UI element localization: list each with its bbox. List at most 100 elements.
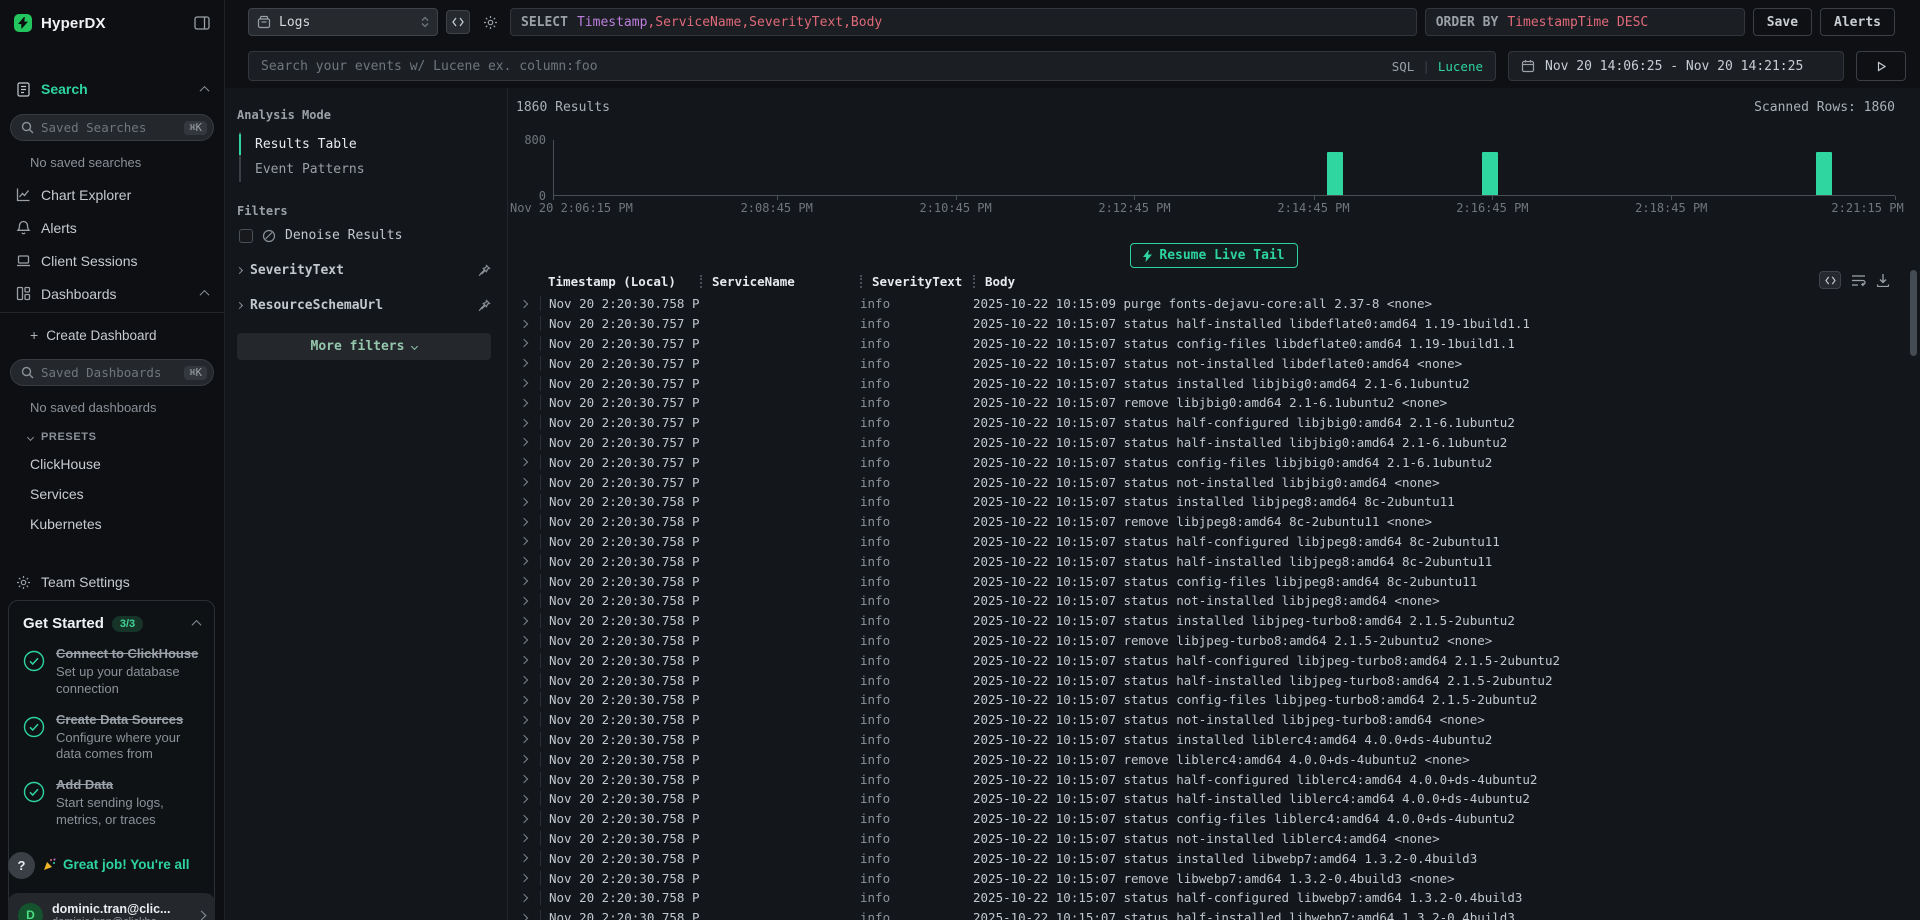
table-row[interactable]: Nov 20 2:20:30.758 PMinfo2025-10-22 10:1… bbox=[508, 571, 1908, 591]
search-section-header[interactable]: Search bbox=[0, 74, 224, 104]
time-range-picker[interactable]: Nov 20 14:06:25 - Nov 20 14:21:25 bbox=[1508, 51, 1844, 81]
histogram-bar[interactable] bbox=[1327, 152, 1343, 195]
table-row[interactable]: Nov 20 2:20:30.757 PMinfo2025-10-22 10:1… bbox=[508, 452, 1908, 472]
table-row[interactable]: Nov 20 2:20:30.758 PMinfo2025-10-22 10:1… bbox=[508, 730, 1908, 750]
expand-row-button[interactable] bbox=[508, 321, 540, 327]
sidebar-item-alerts[interactable]: Alerts bbox=[0, 211, 224, 244]
expand-row-button[interactable] bbox=[508, 400, 540, 406]
table-row[interactable]: Nov 20 2:20:30.757 PMinfo2025-10-22 10:1… bbox=[508, 373, 1908, 393]
table-row[interactable]: Nov 20 2:20:30.758 PMinfo2025-10-22 10:1… bbox=[508, 690, 1908, 710]
saved-searches-input[interactable]: Saved Searches ⌘K bbox=[10, 114, 214, 141]
sidebar-item-team-settings[interactable]: Team Settings bbox=[0, 565, 224, 599]
resume-live-tail-button[interactable]: Resume Live Tail bbox=[1130, 243, 1297, 268]
table-row[interactable]: Nov 20 2:20:30.758 PMinfo2025-10-22 10:1… bbox=[508, 294, 1908, 314]
table-row[interactable]: Nov 20 2:20:30.758 PMinfo2025-10-22 10:1… bbox=[508, 591, 1908, 611]
user-menu[interactable]: D dominic.tran@clic... dominic.tran@clic… bbox=[8, 893, 215, 920]
get-started-step[interactable]: Create Data SourcesConfigure where your … bbox=[23, 712, 200, 764]
collapse-sidebar-icon[interactable] bbox=[194, 16, 210, 30]
histogram-bar[interactable] bbox=[1482, 152, 1498, 195]
expand-row-button[interactable] bbox=[508, 618, 540, 624]
expand-row-button[interactable] bbox=[508, 677, 540, 683]
table-row[interactable]: Nov 20 2:20:30.757 PMinfo2025-10-22 10:1… bbox=[508, 413, 1908, 433]
chevron-up-icon[interactable] bbox=[200, 85, 210, 95]
column-resize-handle[interactable] bbox=[973, 275, 975, 288]
table-row[interactable]: Nov 20 2:20:30.758 PMinfo2025-10-22 10:1… bbox=[508, 492, 1908, 512]
save-button[interactable]: Save bbox=[1753, 8, 1812, 36]
table-row[interactable]: Nov 20 2:20:30.757 PMinfo2025-10-22 10:1… bbox=[508, 314, 1908, 334]
select-clause-input[interactable]: SELECT Timestamp,ServiceName,SeverityTex… bbox=[510, 8, 1417, 36]
histogram-bar[interactable] bbox=[1816, 152, 1832, 195]
sidebar-item-dashboards[interactable]: Dashboards bbox=[0, 277, 224, 310]
expand-row-button[interactable] bbox=[508, 915, 540, 920]
sidebar-item-chart-explorer[interactable]: Chart Explorer bbox=[0, 178, 224, 211]
table-row[interactable]: Nov 20 2:20:30.758 PMinfo2025-10-22 10:1… bbox=[508, 710, 1908, 730]
denoise-checkbox[interactable] bbox=[239, 229, 253, 243]
mode-event-patterns[interactable]: Event Patterns bbox=[241, 157, 491, 182]
table-row[interactable]: Nov 20 2:20:30.758 PMinfo2025-10-22 10:1… bbox=[508, 749, 1908, 769]
expand-row-button[interactable] bbox=[508, 499, 540, 505]
chevron-up-icon[interactable] bbox=[192, 620, 202, 630]
denoise-results-toggle[interactable]: Denoise Results bbox=[239, 228, 491, 243]
alerts-button[interactable]: Alerts bbox=[1820, 8, 1895, 36]
event-search-input[interactable]: Search your events w/ Lucene ex. column:… bbox=[248, 51, 1496, 81]
expand-row-button[interactable] bbox=[508, 895, 540, 901]
table-row[interactable]: Nov 20 2:20:30.757 PMinfo2025-10-22 10:1… bbox=[508, 393, 1908, 413]
table-row[interactable]: Nov 20 2:20:30.758 PMinfo2025-10-22 10:1… bbox=[508, 908, 1908, 920]
table-row[interactable]: Nov 20 2:20:30.758 PMinfo2025-10-22 10:1… bbox=[508, 848, 1908, 868]
table-row[interactable]: Nov 20 2:20:30.757 PMinfo2025-10-22 10:1… bbox=[508, 433, 1908, 453]
source-settings-gear-icon[interactable] bbox=[478, 10, 502, 34]
pin-icon[interactable] bbox=[478, 299, 491, 312]
expand-row-button[interactable] bbox=[508, 816, 540, 822]
chevron-up-icon[interactable] bbox=[200, 290, 210, 300]
expand-source-button[interactable] bbox=[1819, 271, 1841, 289]
table-row[interactable]: Nov 20 2:20:30.758 PMinfo2025-10-22 10:1… bbox=[508, 888, 1908, 908]
table-row[interactable]: Nov 20 2:20:30.758 PMinfo2025-10-22 10:1… bbox=[508, 809, 1908, 829]
mode-results-table[interactable]: Results Table bbox=[241, 132, 491, 157]
column-resize-handle[interactable] bbox=[860, 275, 862, 288]
expand-row-button[interactable] bbox=[508, 657, 540, 663]
expand-row-button[interactable] bbox=[508, 796, 540, 802]
saved-dashboards-input[interactable]: Saved Dashboards ⌘K bbox=[10, 359, 214, 386]
expand-row-button[interactable] bbox=[508, 538, 540, 544]
expand-row-button[interactable] bbox=[508, 439, 540, 445]
help-button[interactable]: ? bbox=[8, 852, 35, 879]
order-by-input[interactable]: ORDER BY TimestampTime DESC bbox=[1425, 8, 1745, 36]
table-row[interactable]: Nov 20 2:20:30.758 PMinfo2025-10-22 10:1… bbox=[508, 650, 1908, 670]
create-dashboard-button[interactable]: + Create Dashboard bbox=[0, 313, 224, 343]
expand-row-button[interactable] bbox=[508, 420, 540, 426]
pin-icon[interactable] bbox=[478, 264, 491, 277]
wrap-lines-icon[interactable] bbox=[1851, 274, 1866, 287]
source-select[interactable]: Logs bbox=[248, 8, 438, 36]
expand-row-button[interactable] bbox=[508, 380, 540, 386]
expand-row-button[interactable] bbox=[508, 360, 540, 366]
expand-row-button[interactable] bbox=[508, 301, 540, 307]
preset-item-kubernetes[interactable]: Kubernetes bbox=[0, 509, 224, 539]
column-header-timestamp[interactable]: Timestamp (Local) bbox=[540, 274, 700, 289]
column-header-severitytext[interactable]: SeverityText bbox=[860, 274, 973, 289]
preset-item-clickhouse[interactable]: ClickHouse bbox=[0, 449, 224, 479]
get-started-step[interactable]: Connect to ClickHouseSet up your databas… bbox=[23, 646, 200, 698]
more-filters-button[interactable]: More filters bbox=[237, 333, 491, 360]
expand-row-button[interactable] bbox=[508, 835, 540, 841]
expand-row-button[interactable] bbox=[508, 776, 540, 782]
download-icon[interactable] bbox=[1876, 273, 1890, 287]
edit-source-code-button[interactable] bbox=[446, 10, 470, 34]
expand-row-button[interactable] bbox=[508, 717, 540, 723]
presets-header[interactable]: PRESETS bbox=[0, 415, 224, 443]
filter-field-severitytext[interactable]: SeverityText bbox=[237, 263, 491, 278]
expand-row-button[interactable] bbox=[508, 756, 540, 762]
expand-row-button[interactable] bbox=[508, 598, 540, 604]
column-resize-handle[interactable] bbox=[700, 275, 702, 288]
get-started-step[interactable]: Add DataStart sending logs, metrics, or … bbox=[23, 777, 200, 829]
table-row[interactable]: Nov 20 2:20:30.758 PMinfo2025-10-22 10:1… bbox=[508, 789, 1908, 809]
table-row[interactable]: Nov 20 2:20:30.758 PMinfo2025-10-22 10:1… bbox=[508, 512, 1908, 532]
expand-row-button[interactable] bbox=[508, 736, 540, 742]
table-row[interactable]: Nov 20 2:20:30.758 PMinfo2025-10-22 10:1… bbox=[508, 769, 1908, 789]
table-row[interactable]: Nov 20 2:20:30.757 PMinfo2025-10-22 10:1… bbox=[508, 353, 1908, 373]
lucene-mode-button[interactable]: Lucene bbox=[1438, 59, 1483, 74]
expand-row-button[interactable] bbox=[508, 459, 540, 465]
table-row[interactable]: Nov 20 2:20:30.757 PMinfo2025-10-22 10:1… bbox=[508, 472, 1908, 492]
table-row[interactable]: Nov 20 2:20:30.758 PMinfo2025-10-22 10:1… bbox=[508, 532, 1908, 552]
expand-row-button[interactable] bbox=[508, 875, 540, 881]
run-query-button[interactable] bbox=[1856, 51, 1906, 81]
